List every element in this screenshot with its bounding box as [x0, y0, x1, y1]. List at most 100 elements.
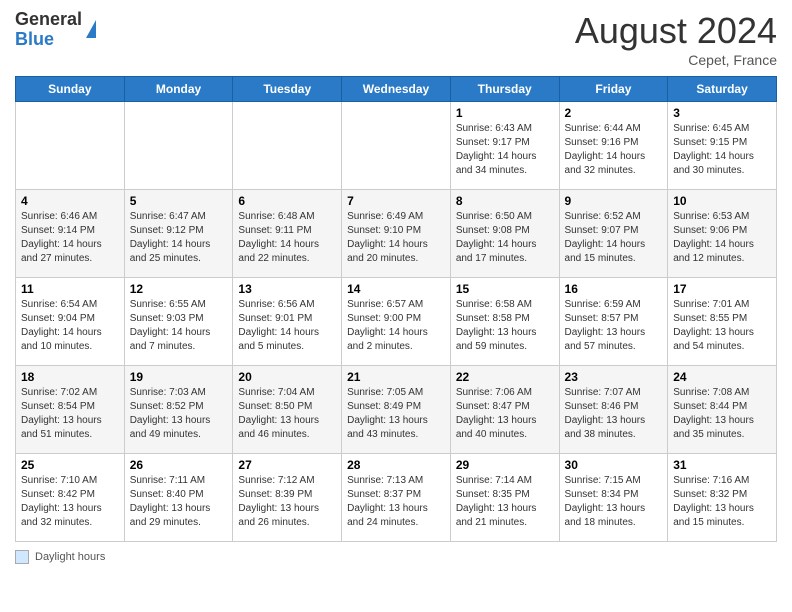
day-info: Sunrise: 7:08 AM Sunset: 8:44 PM Dayligh…	[673, 386, 771, 442]
day-number: 10	[673, 194, 771, 208]
day-number: 16	[565, 282, 663, 296]
calendar-cell: 7 Sunrise: 6:49 AM Sunset: 9:10 PM Daylig…	[342, 190, 451, 278]
day-info: Sunrise: 6:56 AM Sunset: 9:01 PM Dayligh…	[238, 298, 336, 354]
day-number: 5	[130, 194, 228, 208]
day-of-week-header: Wednesday	[342, 77, 451, 102]
day-number: 25	[21, 458, 119, 472]
calendar-cell: 17Sunrise: 7:01 AM Sunset: 8:55 PM Dayli…	[668, 278, 777, 366]
day-number: 7	[347, 194, 445, 208]
day-info: Sunrise: 6:58 AM Sunset: 8:58 PM Dayligh…	[456, 298, 554, 354]
calendar-cell: 26Sunrise: 7:11 AM Sunset: 8:40 PM Dayli…	[124, 454, 233, 542]
day-of-week-header: Friday	[559, 77, 668, 102]
day-info: Sunrise: 7:04 AM Sunset: 8:50 PM Dayligh…	[238, 386, 336, 442]
daylight-label: Daylight hours	[35, 551, 105, 563]
calendar-cell: 2Sunrise: 6:44 AM Sunset: 9:16 PM Daylig…	[559, 102, 668, 190]
logo-triangle-icon	[86, 20, 96, 38]
day-number: 2	[565, 106, 663, 120]
day-info: Sunrise: 6:47 AM Sunset: 9:12 PM Dayligh…	[130, 210, 228, 266]
daylight-legend-square	[15, 550, 29, 564]
calendar-cell	[124, 102, 233, 190]
day-number: 28	[347, 458, 445, 472]
calendar-week-row: 11Sunrise: 6:54 AM Sunset: 9:04 PM Dayli…	[16, 278, 777, 366]
day-info: Sunrise: 7:10 AM Sunset: 8:42 PM Dayligh…	[21, 474, 119, 530]
day-info: Sunrise: 6:50 AM Sunset: 9:08 PM Dayligh…	[456, 210, 554, 266]
calendar-header: SundayMondayTuesdayWednesdayThursdayFrid…	[16, 77, 777, 102]
day-info: Sunrise: 7:02 AM Sunset: 8:54 PM Dayligh…	[21, 386, 119, 442]
calendar-week-row: 1 Sunrise: 6:43 AM Sunset: 9:17 PM Daylig…	[16, 102, 777, 190]
day-number: 15	[456, 282, 554, 296]
day-info: Sunrise: 7:07 AM Sunset: 8:46 PM Dayligh…	[565, 386, 663, 442]
day-number: 18	[21, 370, 119, 384]
calendar-cell	[342, 102, 451, 190]
calendar-cell: 6 Sunrise: 6:48 AM Sunset: 9:11 PM Daylig…	[233, 190, 342, 278]
calendar-cell: 22 Sunrise: 7:06 AM Sunset: 8:47 PM Dayli…	[450, 366, 559, 454]
day-number: 20	[238, 370, 336, 384]
day-number: 29	[456, 458, 554, 472]
calendar-cell: 18 Sunrise: 7:02 AM Sunset: 8:54 PM Dayli…	[16, 366, 125, 454]
day-of-week-header: Tuesday	[233, 77, 342, 102]
day-info: Sunrise: 6:52 AM Sunset: 9:07 PM Dayligh…	[565, 210, 663, 266]
day-info: Sunrise: 7:06 AM Sunset: 8:47 PM Dayligh…	[456, 386, 554, 442]
day-info: Sunrise: 6:45 AM Sunset: 9:15 PM Dayligh…	[673, 122, 771, 178]
calendar-cell: 15 Sunrise: 6:58 AM Sunset: 8:58 PM Dayli…	[450, 278, 559, 366]
calendar-cell: 21 Sunrise: 7:05 AM Sunset: 8:49 PM Dayli…	[342, 366, 451, 454]
day-info: Sunrise: 6:59 AM Sunset: 8:57 PM Dayligh…	[565, 298, 663, 354]
day-info: Sunrise: 6:48 AM Sunset: 9:11 PM Dayligh…	[238, 210, 336, 266]
calendar-cell: 9 Sunrise: 6:52 AM Sunset: 9:07 PM Daylig…	[559, 190, 668, 278]
logo-text: General Blue	[15, 10, 82, 50]
calendar-cell: 16 Sunrise: 6:59 AM Sunset: 8:57 PM Dayli…	[559, 278, 668, 366]
page-header: General Blue August 2024 Cepet, France	[15, 10, 777, 68]
calendar-week-row: 4 Sunrise: 6:46 AM Sunset: 9:14 PM Daylig…	[16, 190, 777, 278]
day-info: Sunrise: 7:13 AM Sunset: 8:37 PM Dayligh…	[347, 474, 445, 530]
day-of-week-header: Monday	[124, 77, 233, 102]
calendar-cell: 31Sunrise: 7:16 AM Sunset: 8:32 PM Dayli…	[668, 454, 777, 542]
calendar-cell: 13 Sunrise: 6:56 AM Sunset: 9:01 PM Dayli…	[233, 278, 342, 366]
day-of-week-header: Saturday	[668, 77, 777, 102]
calendar-cell: 12 Sunrise: 6:55 AM Sunset: 9:03 PM Dayli…	[124, 278, 233, 366]
calendar-week-row: 25 Sunrise: 7:10 AM Sunset: 8:42 PM Dayli…	[16, 454, 777, 542]
month-title: August 2024	[575, 10, 777, 52]
location: Cepet, France	[575, 52, 777, 68]
calendar-cell: 25 Sunrise: 7:10 AM Sunset: 8:42 PM Dayli…	[16, 454, 125, 542]
day-number: 19	[130, 370, 228, 384]
day-number: 12	[130, 282, 228, 296]
calendar-cell: 29 Sunrise: 7:14 AM Sunset: 8:35 PM Dayli…	[450, 454, 559, 542]
day-number: 11	[21, 282, 119, 296]
day-number: 6	[238, 194, 336, 208]
day-number: 26	[130, 458, 228, 472]
calendar-cell: 5 Sunrise: 6:47 AM Sunset: 9:12 PM Daylig…	[124, 190, 233, 278]
calendar-cell: 23 Sunrise: 7:07 AM Sunset: 8:46 PM Dayli…	[559, 366, 668, 454]
day-number: 1	[456, 106, 554, 120]
day-info: Sunrise: 6:46 AM Sunset: 9:14 PM Dayligh…	[21, 210, 119, 266]
day-of-week-header: Sunday	[16, 77, 125, 102]
calendar-cell: 30Sunrise: 7:15 AM Sunset: 8:34 PM Dayli…	[559, 454, 668, 542]
calendar-cell	[16, 102, 125, 190]
day-number: 9	[565, 194, 663, 208]
calendar-cell	[233, 102, 342, 190]
logo: General Blue	[15, 10, 96, 50]
day-number: 4	[21, 194, 119, 208]
day-info: Sunrise: 6:43 AM Sunset: 9:17 PM Dayligh…	[456, 122, 554, 178]
day-number: 21	[347, 370, 445, 384]
day-info: Sunrise: 7:05 AM Sunset: 8:49 PM Dayligh…	[347, 386, 445, 442]
logo-general: General	[15, 10, 82, 30]
day-number: 17	[673, 282, 771, 296]
day-info: Sunrise: 7:14 AM Sunset: 8:35 PM Dayligh…	[456, 474, 554, 530]
day-number: 27	[238, 458, 336, 472]
day-info: Sunrise: 6:49 AM Sunset: 9:10 PM Dayligh…	[347, 210, 445, 266]
calendar-cell: 19Sunrise: 7:03 AM Sunset: 8:52 PM Dayli…	[124, 366, 233, 454]
day-info: Sunrise: 6:53 AM Sunset: 9:06 PM Dayligh…	[673, 210, 771, 266]
day-number: 13	[238, 282, 336, 296]
calendar-body: 1 Sunrise: 6:43 AM Sunset: 9:17 PM Daylig…	[16, 102, 777, 542]
day-number: 22	[456, 370, 554, 384]
calendar-cell: 28 Sunrise: 7:13 AM Sunset: 8:37 PM Dayli…	[342, 454, 451, 542]
calendar-cell: 4 Sunrise: 6:46 AM Sunset: 9:14 PM Daylig…	[16, 190, 125, 278]
day-number: 8	[456, 194, 554, 208]
day-number: 30	[565, 458, 663, 472]
calendar-cell: 20 Sunrise: 7:04 AM Sunset: 8:50 PM Dayli…	[233, 366, 342, 454]
day-number: 23	[565, 370, 663, 384]
day-info: Sunrise: 6:55 AM Sunset: 9:03 PM Dayligh…	[130, 298, 228, 354]
calendar-cell: 1 Sunrise: 6:43 AM Sunset: 9:17 PM Daylig…	[450, 102, 559, 190]
day-info: Sunrise: 7:16 AM Sunset: 8:32 PM Dayligh…	[673, 474, 771, 530]
days-of-week-row: SundayMondayTuesdayWednesdayThursdayFrid…	[16, 77, 777, 102]
